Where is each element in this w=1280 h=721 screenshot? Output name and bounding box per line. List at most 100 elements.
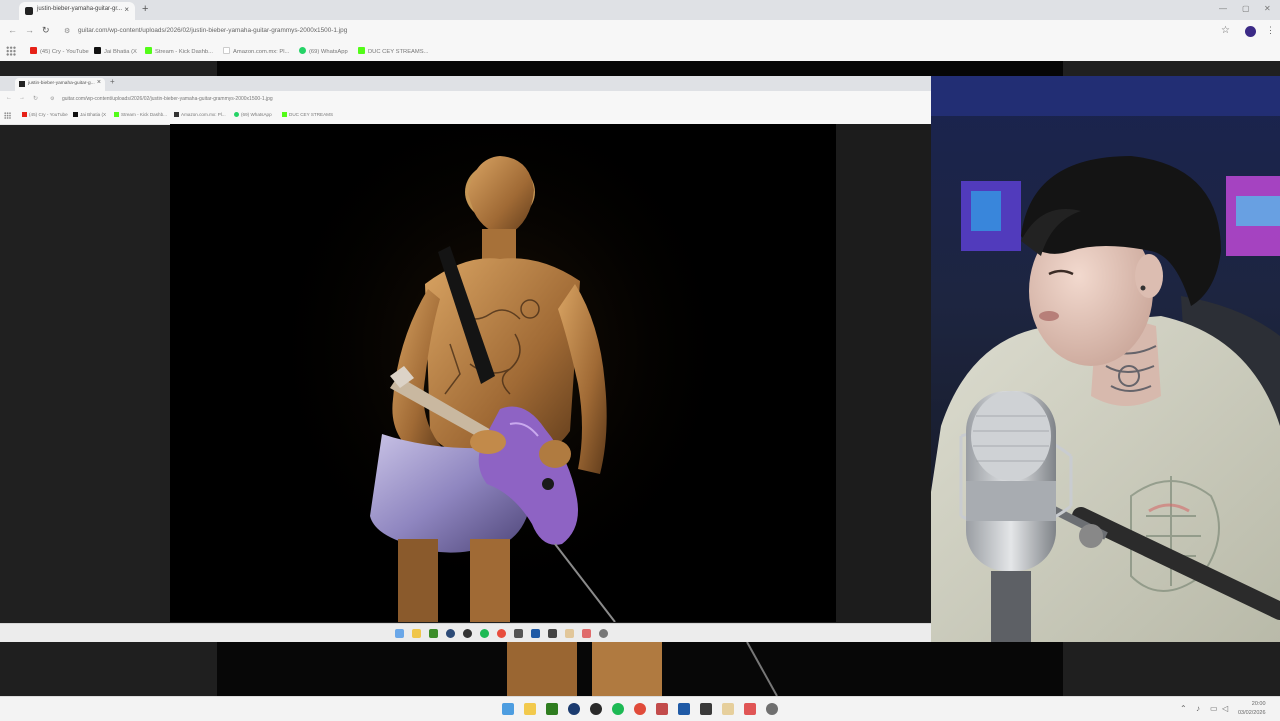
windows-icon[interactable]	[395, 629, 404, 638]
youtube-icon	[30, 47, 37, 54]
bookmarks-bar: (45) Cry - YouTube Jai Bhatia (X Stream …	[0, 42, 1280, 62]
amazon-icon	[223, 47, 230, 54]
photo-margin-right	[836, 124, 931, 622]
inner-back-icon[interactable]: ←	[6, 95, 12, 101]
guitarist-illustration	[170, 124, 836, 622]
tab-title: justin-bieber-yamaha-guitar-gr...	[37, 6, 123, 12]
windows-taskbar: ⌃ ♪ ▭ ◁ 20:00 03/02/2026	[0, 696, 1280, 721]
inner-bookmark-item[interactable]: (45) Cry - YouTube	[22, 112, 68, 117]
app-icon[interactable]	[656, 703, 668, 715]
bookmark-item[interactable]: Stream - Kick Dashb...	[145, 47, 213, 55]
chrome-icon[interactable]	[497, 629, 506, 638]
terminal-icon[interactable]	[700, 703, 712, 715]
guitar-favicon-icon	[25, 7, 33, 15]
settings-icon[interactable]	[766, 703, 778, 715]
minimize-button[interactable]: —	[1219, 4, 1227, 13]
bookmark-item[interactable]: (45) Cry - YouTube	[30, 47, 89, 55]
maximize-button[interactable]: ▢	[1242, 4, 1250, 13]
inner-bookmark-item[interactable]: Amazon.com.mx: Pl...	[174, 112, 226, 117]
inner-address-bar: ← → ↻ ⚙ guitar.com/wp-content/uploads/20…	[0, 91, 931, 108]
legs-illustration	[507, 642, 778, 696]
bookmark-item[interactable]: DUC CEY STREAMS...	[358, 47, 428, 55]
file-explorer-icon[interactable]	[524, 703, 536, 715]
forward-button[interactable]: →	[25, 25, 34, 35]
stream-background-bottom	[0, 642, 1280, 696]
notepad-icon[interactable]	[565, 629, 574, 638]
inner-apps-grid-icon[interactable]	[4, 112, 11, 119]
browser-tab[interactable]: justin-bieber-yamaha-guitar-gr... ×	[19, 2, 135, 20]
whatsapp-icon	[299, 47, 306, 54]
profile-avatar[interactable]	[1245, 26, 1256, 37]
clock-date: 03/02/2026	[1238, 710, 1266, 716]
steam-icon[interactable]	[446, 629, 455, 638]
x-icon	[73, 112, 78, 117]
bookmark-item[interactable]: Jai Bhatia (X	[94, 47, 137, 55]
kick-icon	[358, 47, 365, 54]
system-clock[interactable]: 20:00 03/02/2026	[1238, 700, 1266, 718]
browser-tab-strip: justin-bieber-yamaha-guitar-gr... × + — …	[0, 0, 1280, 20]
x-icon	[94, 47, 101, 54]
network-icon[interactable]: ▭	[1210, 704, 1218, 713]
obs-icon[interactable]	[463, 629, 472, 638]
bookmark-item[interactable]: (69) WhatsApp	[299, 47, 348, 55]
obs-icon[interactable]	[590, 703, 602, 715]
kick-icon	[114, 112, 119, 117]
whatsapp-icon	[234, 112, 239, 117]
inner-site-info-icon[interactable]: ⚙	[50, 96, 54, 102]
close-window-button[interactable]: ✕	[1264, 4, 1271, 13]
bookmark-star-icon[interactable]: ☆	[1221, 25, 1230, 36]
settings-icon[interactable]	[599, 629, 608, 638]
site-info-icon[interactable]: ⚙	[64, 27, 70, 35]
amazon-icon	[174, 112, 179, 117]
reload-button[interactable]: ↻	[42, 25, 50, 36]
clock-time: 20:00	[1251, 701, 1266, 707]
chrome-icon[interactable]	[634, 703, 646, 715]
microphone-icon[interactable]: ♪	[1196, 704, 1200, 713]
spotify-icon[interactable]	[612, 703, 624, 715]
spotify-icon[interactable]	[480, 629, 489, 638]
windows-icon[interactable]	[502, 703, 514, 715]
address-bar-row: ← → ↻ ⚙ guitar.com/wp-content/uploads/20…	[0, 20, 1280, 42]
inner-bookmark-item[interactable]: DUC CEY STREAMS	[282, 112, 333, 117]
inner-tab-close-icon[interactable]: ×	[97, 79, 101, 86]
app-icon[interactable]	[678, 703, 690, 715]
new-tab-button[interactable]: +	[142, 3, 148, 15]
notepad-icon[interactable]	[722, 703, 734, 715]
file-explorer-icon[interactable]	[412, 629, 421, 638]
apps-grid-icon[interactable]	[6, 46, 16, 56]
inner-browser-tab[interactable]: justin-bieber-yamaha-guitar-g... ×	[15, 78, 105, 91]
terminal-icon[interactable]	[548, 629, 557, 638]
inner-forward-icon[interactable]: →	[19, 95, 25, 101]
inner-bookmarks-bar: (45) Cry - YouTube Jai Bhatia (X Stream …	[0, 108, 931, 125]
inner-reload-icon[interactable]: ↻	[33, 95, 38, 102]
back-button[interactable]: ←	[8, 25, 17, 35]
volume-icon[interactable]: ◁	[1222, 704, 1228, 713]
streamer-webcam-illustration	[931, 76, 1280, 642]
brave-icon[interactable]	[582, 629, 591, 638]
inner-bookmark-item[interactable]: Jai Bhatia (X	[73, 112, 106, 117]
youtube-icon	[22, 112, 27, 117]
inner-tab-title: justin-bieber-yamaha-guitar-g...	[28, 81, 95, 86]
bookmark-item[interactable]: Amazon.com.mx: Pl...	[223, 47, 289, 55]
photo-edge-top	[217, 61, 1063, 76]
app-icon[interactable]	[531, 629, 540, 638]
nvidia-icon[interactable]	[546, 703, 558, 715]
webcam-feed	[931, 76, 1280, 642]
nvidia-icon[interactable]	[429, 629, 438, 638]
brave-icon[interactable]	[744, 703, 756, 715]
inner-url-field[interactable]: guitar.com/wp-content/uploads/2026/02/ju…	[62, 96, 273, 102]
stream-background-top	[0, 61, 1280, 76]
browser-menu-button[interactable]: ⋮	[1266, 25, 1275, 36]
app-icon[interactable]	[514, 629, 523, 638]
inner-new-tab-button[interactable]: +	[110, 77, 115, 86]
url-field[interactable]: guitar.com/wp-content/uploads/2026/02/ju…	[78, 27, 347, 34]
kick-icon	[145, 47, 152, 54]
inner-taskbar	[0, 623, 931, 643]
inner-tab-strip: justin-bieber-yamaha-guitar-g... × +	[0, 76, 931, 91]
screen-capture-window: justin-bieber-yamaha-guitar-g... × + ← →…	[0, 76, 931, 643]
inner-bookmark-item[interactable]: (69) WhatsApp	[234, 112, 272, 117]
inner-bookmark-item[interactable]: Stream - Kick Dashb...	[114, 112, 167, 117]
tray-chevron-icon[interactable]: ⌃	[1180, 704, 1187, 713]
steam-icon[interactable]	[568, 703, 580, 715]
tab-close-icon[interactable]: ×	[124, 5, 129, 14]
